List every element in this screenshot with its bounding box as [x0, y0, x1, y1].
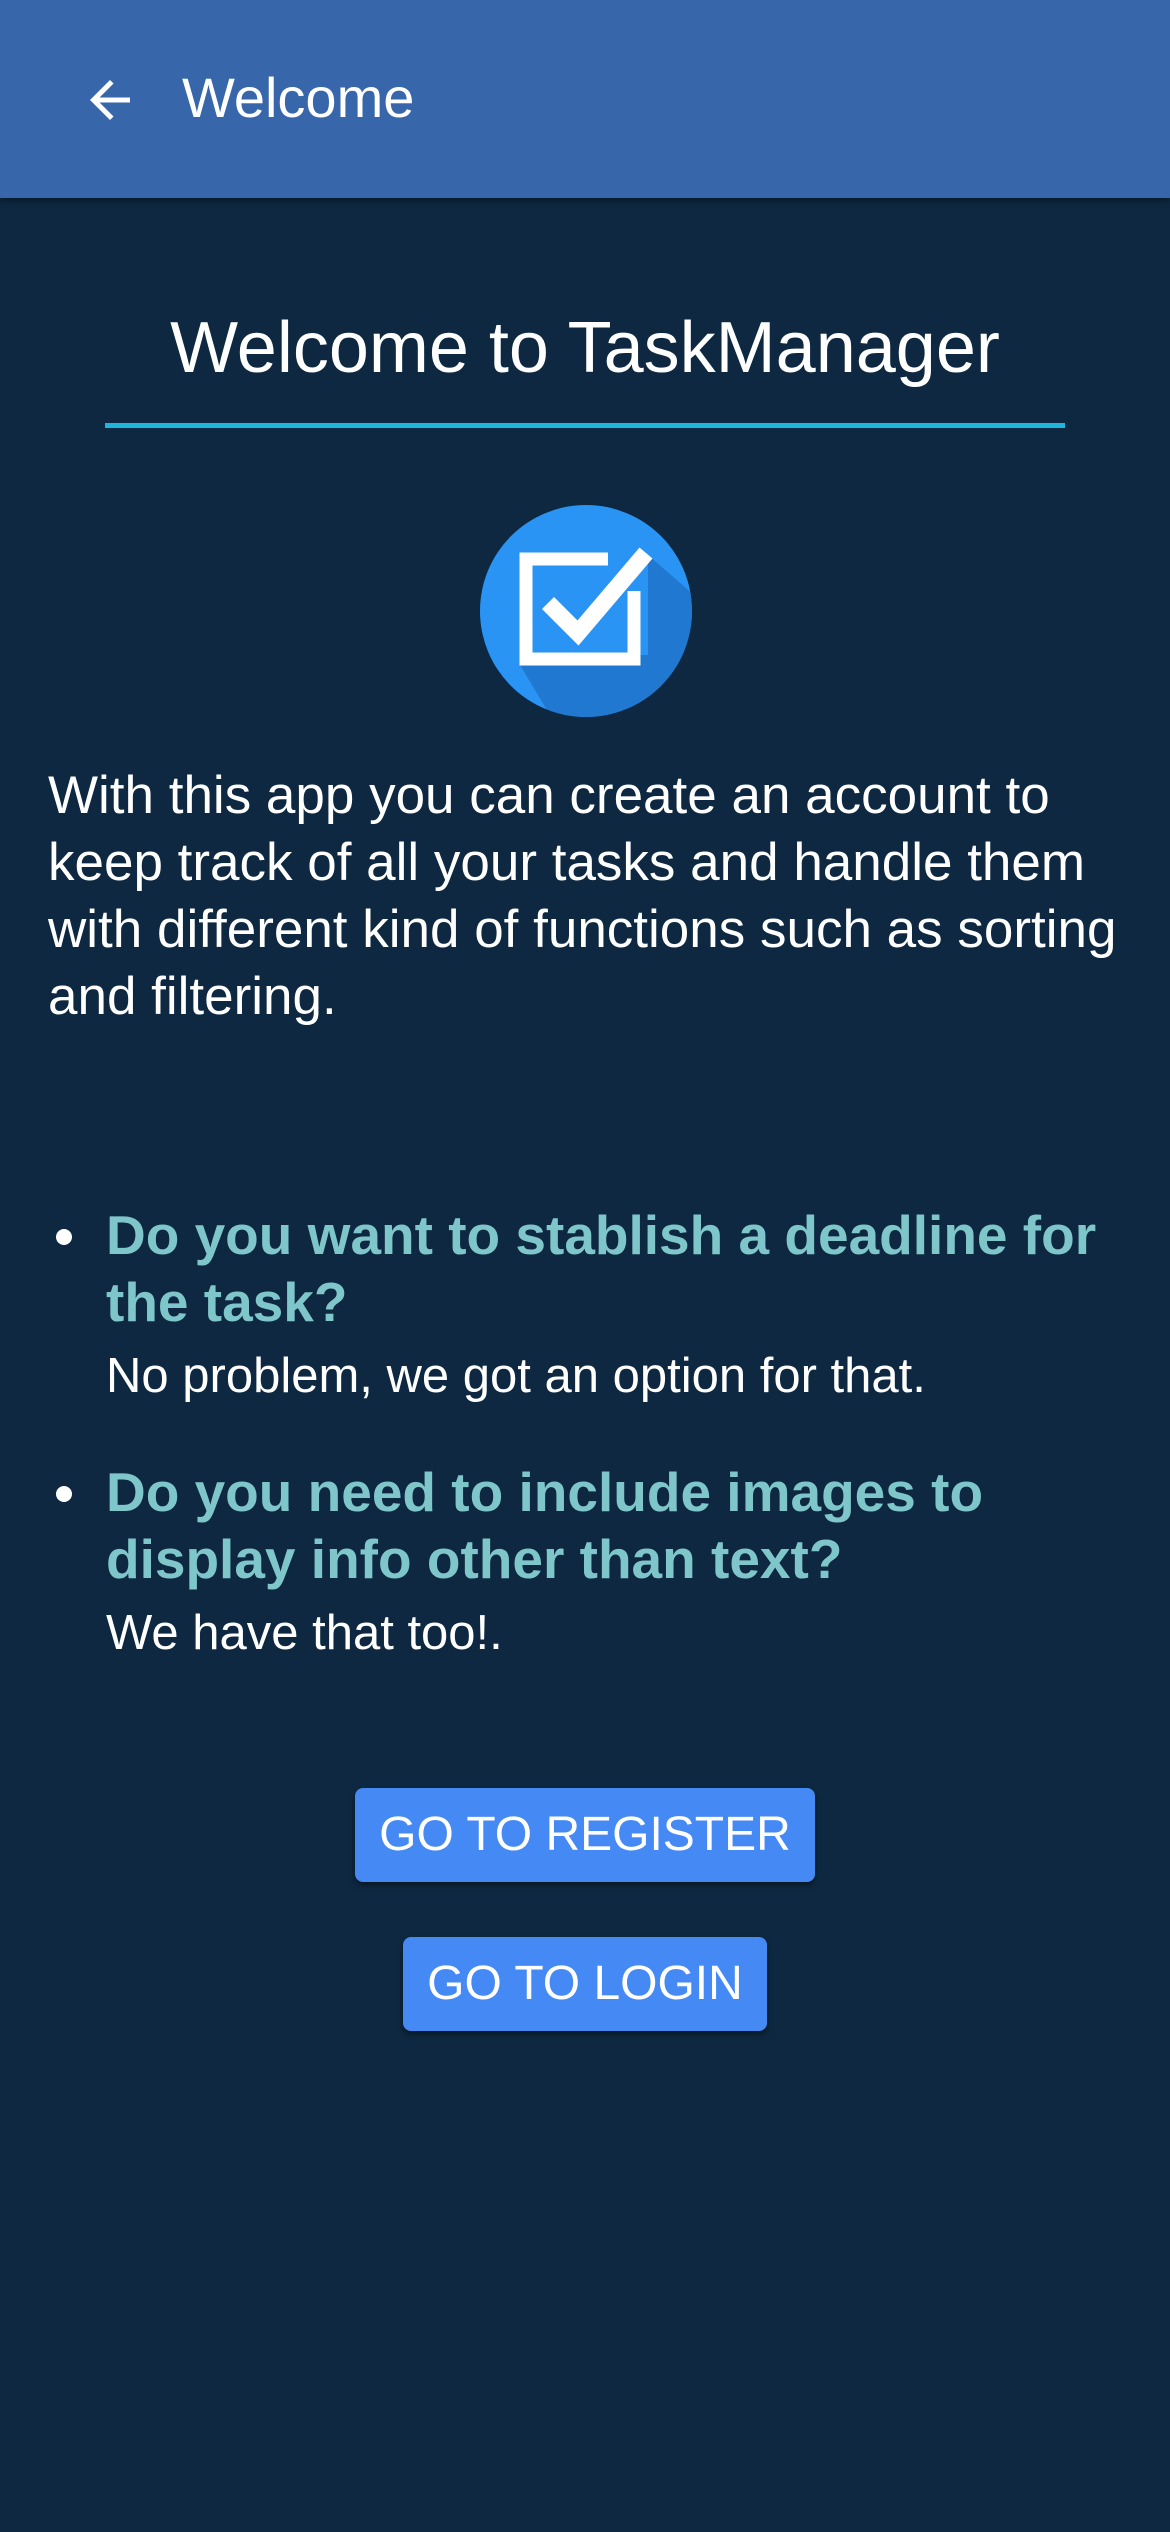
- feature-question: Do you need to include images to display…: [106, 1461, 984, 1590]
- app-bar-title: Welcome: [182, 66, 415, 129]
- go-to-login-button[interactable]: GO TO LOGIN: [403, 1937, 767, 2031]
- feature-answer: No problem, we got an option for that.: [106, 1349, 926, 1403]
- feature-list: Do you want to stablish a deadline for t…: [48, 1202, 1128, 1716]
- bullet-icon: [56, 1486, 72, 1502]
- page-title: Welcome to TaskManager: [170, 308, 1000, 388]
- feature-answer: We have that too!.: [106, 1606, 503, 1660]
- list-item: Do you need to include images to display…: [48, 1459, 1128, 1663]
- feature-question: Do you want to stablish a deadline for t…: [106, 1204, 1097, 1333]
- list-item: Do you want to stablish a deadline for t…: [48, 1202, 1128, 1406]
- intro-text: With this app you can create an account …: [48, 766, 1117, 1026]
- bullet-icon: [56, 1229, 72, 1245]
- back-button[interactable]: [62, 52, 158, 148]
- arrow-left-icon: [90, 80, 130, 120]
- go-to-register-button[interactable]: GO TO REGISTER: [355, 1788, 815, 1882]
- checkbox-checked-icon: [480, 505, 692, 717]
- app-bar: Welcome: [0, 0, 1170, 198]
- title-divider: [105, 423, 1065, 428]
